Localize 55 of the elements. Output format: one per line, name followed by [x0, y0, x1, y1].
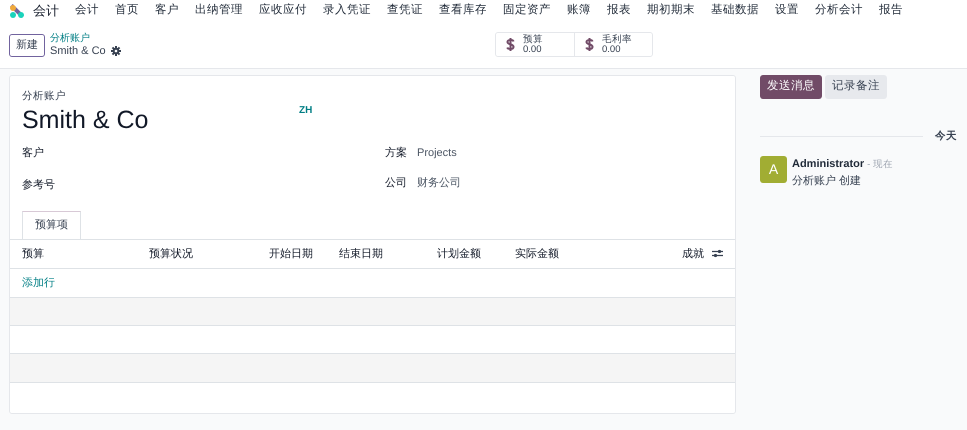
record-title: Smith & Co: [50, 45, 106, 57]
menu-item[interactable]: 基础数据: [711, 2, 759, 20]
breadcrumb-link[interactable]: 分析账户: [50, 33, 121, 45]
menu-item[interactable]: 查凭证: [387, 2, 423, 20]
form-caption: 分析账户: [22, 89, 67, 104]
field-value[interactable]: Projects: [417, 144, 457, 162]
app-name[interactable]: 会计: [33, 1, 59, 21]
menu-item[interactable]: 期初期末: [647, 2, 695, 20]
stat-value: 0.00: [523, 44, 542, 54]
dollar-icon: [585, 37, 594, 52]
language-button[interactable]: ZH: [299, 102, 312, 118]
menu-item[interactable]: 首页: [115, 2, 139, 20]
stat-button[interactable]: 预算 0.00: [496, 33, 574, 56]
stat-label: 毛利率: [602, 34, 632, 44]
field-label: 参考号: [22, 178, 56, 194]
column-header[interactable]: 实际金额: [515, 246, 665, 262]
field-value[interactable]: 财务公司: [417, 175, 461, 192]
message-body: 分析账户 创建: [792, 174, 862, 189]
column-settings-icon[interactable]: [712, 249, 723, 258]
dollar-icon: [506, 37, 515, 52]
message-time: - 现在: [867, 158, 893, 172]
settings-icon[interactable]: [110, 46, 121, 56]
chatter-button[interactable]: 发送消息: [760, 75, 822, 99]
column-header[interactable]: 开始日期: [269, 246, 339, 262]
column-header[interactable]: 预算状况: [149, 246, 269, 262]
menu-item[interactable]: 固定资产: [503, 2, 551, 20]
menu-item[interactable]: 会计: [75, 2, 99, 20]
menu-item[interactable]: 应收应付: [259, 2, 307, 20]
menu-item[interactable]: 设置: [775, 2, 799, 20]
stat-value: 0.00: [602, 44, 620, 54]
menu-item[interactable]: 出纳管理: [195, 2, 243, 20]
add-line-link[interactable]: 添加行: [22, 274, 55, 291]
stat-button[interactable]: 毛利率 0.00: [574, 33, 652, 56]
field-label: 客户: [22, 146, 45, 161]
record-name: Smith & Co: [22, 104, 150, 135]
menu-item[interactable]: 账簿: [567, 2, 591, 20]
stat-label: 预算: [523, 34, 543, 44]
new-button[interactable]: 新建: [9, 34, 45, 56]
menu-item[interactable]: 客户: [155, 2, 179, 20]
column-header[interactable]: 预算: [22, 246, 149, 262]
column-header[interactable]: 计划金额: [437, 246, 515, 262]
field-label: 公司: [385, 176, 408, 192]
chatter-button[interactable]: 记录备注: [825, 75, 887, 99]
date-label: 今天: [935, 129, 957, 144]
menu-item[interactable]: 录入凭证: [323, 2, 371, 20]
field-label: 方案: [385, 146, 408, 161]
menu-item[interactable]: 报告: [879, 2, 903, 20]
menu-item[interactable]: 报表: [607, 2, 631, 20]
notebook-tab[interactable]: 预算项: [22, 210, 81, 240]
column-header[interactable]: 结束日期: [339, 246, 437, 262]
menu-item[interactable]: 查看库存: [439, 2, 487, 20]
column-header[interactable]: 成就: [665, 246, 704, 262]
avatar: A: [760, 156, 787, 183]
message-author: Administrator: [792, 156, 864, 172]
menu-item[interactable]: 分析会计: [815, 2, 863, 20]
